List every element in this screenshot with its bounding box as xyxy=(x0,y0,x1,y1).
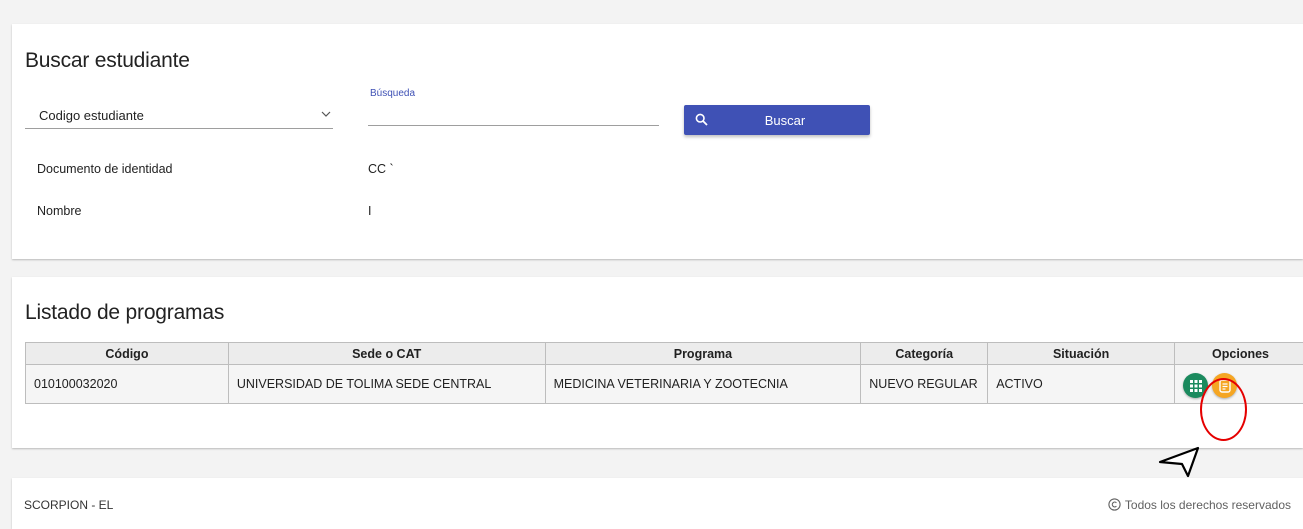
column-header-situacion: Situación xyxy=(987,342,1176,365)
document-value: CC ` xyxy=(368,162,394,176)
footer-brand-text: SCORPION - EL xyxy=(24,498,114,512)
programs-table: Código Sede o CAT Programa Categoría Sit… xyxy=(25,342,1303,404)
table-row: 010100032020 UNIVERSIDAD DE TOLIMA SEDE … xyxy=(25,364,1303,404)
cell-codigo: 010100032020 xyxy=(25,364,229,404)
column-header-codigo: Código xyxy=(25,342,229,365)
column-header-programa: Programa xyxy=(544,342,862,365)
footer: SCORPION - EL Todos los derechos reserva… xyxy=(12,478,1303,529)
footer-copyright: Todos los derechos reservados xyxy=(1108,498,1291,512)
cell-programa: MEDICINA VETERINARIA Y ZOOTECNIA xyxy=(544,364,862,404)
name-label: Nombre xyxy=(37,204,82,218)
search-button[interactable]: Buscar xyxy=(684,105,870,135)
column-header-opciones: Opciones xyxy=(1174,342,1303,365)
document-label: Documento de identidad xyxy=(37,162,173,176)
column-header-categoria: Categoría xyxy=(860,342,989,365)
name-value: I xyxy=(368,204,372,218)
footer-rights-text: Todos los derechos reservados xyxy=(1124,498,1291,512)
chevron-down-icon xyxy=(321,111,331,117)
cell-sede: UNIVERSIDAD DE TOLIMA SEDE CENTRAL xyxy=(227,364,546,404)
column-header-sede: Sede o CAT xyxy=(227,342,546,365)
programs-list-card: Listado de programas Código Sede o CAT P… xyxy=(12,277,1303,448)
document-icon xyxy=(1218,378,1231,393)
cell-categoria: NUEVO REGULAR xyxy=(860,364,989,404)
cell-situacion: ACTIVO xyxy=(987,364,1176,404)
search-type-value: Codigo estudiante xyxy=(39,108,144,123)
table-header-row: Código Sede o CAT Programa Categoría Sit… xyxy=(25,342,1303,365)
search-type-select[interactable]: Codigo estudiante xyxy=(25,104,333,129)
search-input-label: Búsqueda xyxy=(370,88,416,99)
programs-card-title: Listado de programas xyxy=(25,301,225,324)
grid-icon xyxy=(1189,379,1202,392)
search-card-title: Buscar estudiante xyxy=(25,49,190,72)
document-options-button[interactable] xyxy=(1212,373,1238,398)
cursor-arrow-icon xyxy=(1158,446,1200,478)
search-button-label: Buscar xyxy=(764,113,806,128)
search-input[interactable] xyxy=(368,104,659,126)
search-student-card: Buscar estudiante Codigo estudiante Búsq… xyxy=(12,24,1303,259)
copyright-icon xyxy=(1108,498,1121,511)
grid-options-button[interactable] xyxy=(1183,373,1209,398)
cell-options xyxy=(1174,364,1303,404)
